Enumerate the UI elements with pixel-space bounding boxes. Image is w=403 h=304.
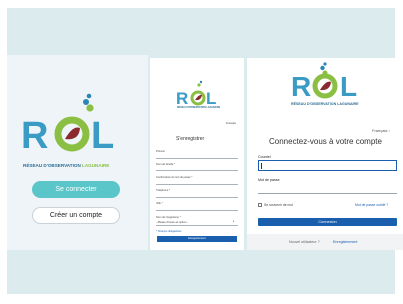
register-link[interactable]: Enregistrement xyxy=(333,240,357,244)
email-input[interactable] xyxy=(258,160,397,171)
login-button[interactable]: Connexion xyxy=(258,218,397,226)
new-user-text: Nouvel utilisateur ? xyxy=(289,240,320,244)
firstname-input[interactable] xyxy=(156,158,238,159)
rol-logo-small: R L xyxy=(176,80,216,108)
email-label: Courriel xyxy=(258,155,271,159)
connect-button[interactable]: Se connecter xyxy=(32,181,120,198)
login-panel: R L RÉSEAU D'OBSERVATION LAGUNAIRE Franç… xyxy=(247,58,403,250)
rol-logo-medium: R L xyxy=(291,62,357,102)
field-label-password-confirm: Confirmation du mot de passe * xyxy=(156,176,193,179)
signup-row: Nouvel utilisateur ? Enregistrement xyxy=(247,234,403,250)
create-account-button[interactable]: Créer un compte xyxy=(32,207,120,224)
svg-text:L: L xyxy=(340,71,357,102)
field-label-city: Ville * xyxy=(156,202,163,205)
tagline-part2: LAGUNAIRE xyxy=(82,163,110,168)
field-label-phone: Téléphone * xyxy=(156,189,170,192)
forgot-password-link[interactable]: Mot de passe oublié ? xyxy=(355,203,388,207)
login-title: Connectez-vous à votre compte xyxy=(269,137,382,146)
svg-text:L: L xyxy=(91,115,114,157)
lastname-input[interactable] xyxy=(156,170,238,171)
register-panel: R L RÉSEAU D'OBSERVATION LAGUNAIRE Franç… xyxy=(150,58,244,250)
tagline-part1: RÉSEAU D'OBSERVATION xyxy=(23,163,83,168)
tagline-small: RÉSEAU D'OBSERVATION LAGUNAIRE xyxy=(177,107,221,109)
svg-text:R: R xyxy=(21,115,48,157)
required-note: * Champs obligatoires xyxy=(156,230,182,233)
tagline-medium: RÉSEAU D'OBSERVATION LAGUNAIRE xyxy=(291,102,359,106)
language-select[interactable]: Français › xyxy=(372,128,390,133)
phone-input[interactable] xyxy=(156,197,238,198)
password-confirm-input[interactable] xyxy=(156,184,238,185)
field-label-organization: Nom de l'organisme * xyxy=(156,216,181,219)
landing-panel: R L RÉSEAU D'OBSERVATION LAGUNAIRE Se co… xyxy=(7,55,148,250)
svg-text:R: R xyxy=(291,71,311,102)
tagline: RÉSEAU D'OBSERVATION LAGUNAIRE xyxy=(23,163,109,168)
register-submit-button[interactable]: Enregistrement xyxy=(157,236,237,242)
field-label-firstname: Prénom xyxy=(156,150,166,153)
chevron-down-icon: › xyxy=(388,128,390,133)
language-label: Français xyxy=(372,128,388,133)
remember-label: Se souvenir de moi xyxy=(264,203,294,207)
text-cursor xyxy=(261,163,262,169)
language-select[interactable]: Français xyxy=(226,122,236,125)
remember-checkbox[interactable] xyxy=(258,203,262,207)
svg-text:R: R xyxy=(176,89,188,108)
register-title: S'enregistrer xyxy=(176,136,205,142)
password-input[interactable] xyxy=(258,193,397,194)
field-label-lastname: Nom de famille * xyxy=(156,163,176,166)
svg-text:L: L xyxy=(206,89,216,108)
password-label: Mot de passe xyxy=(258,178,280,182)
organization-select-value: --Please choose an option-- xyxy=(156,221,188,224)
chevron-down-icon: ▾ xyxy=(233,220,235,223)
organization-select[interactable]: --Please choose an option-- ▾ xyxy=(156,220,238,226)
city-input[interactable] xyxy=(156,210,238,211)
